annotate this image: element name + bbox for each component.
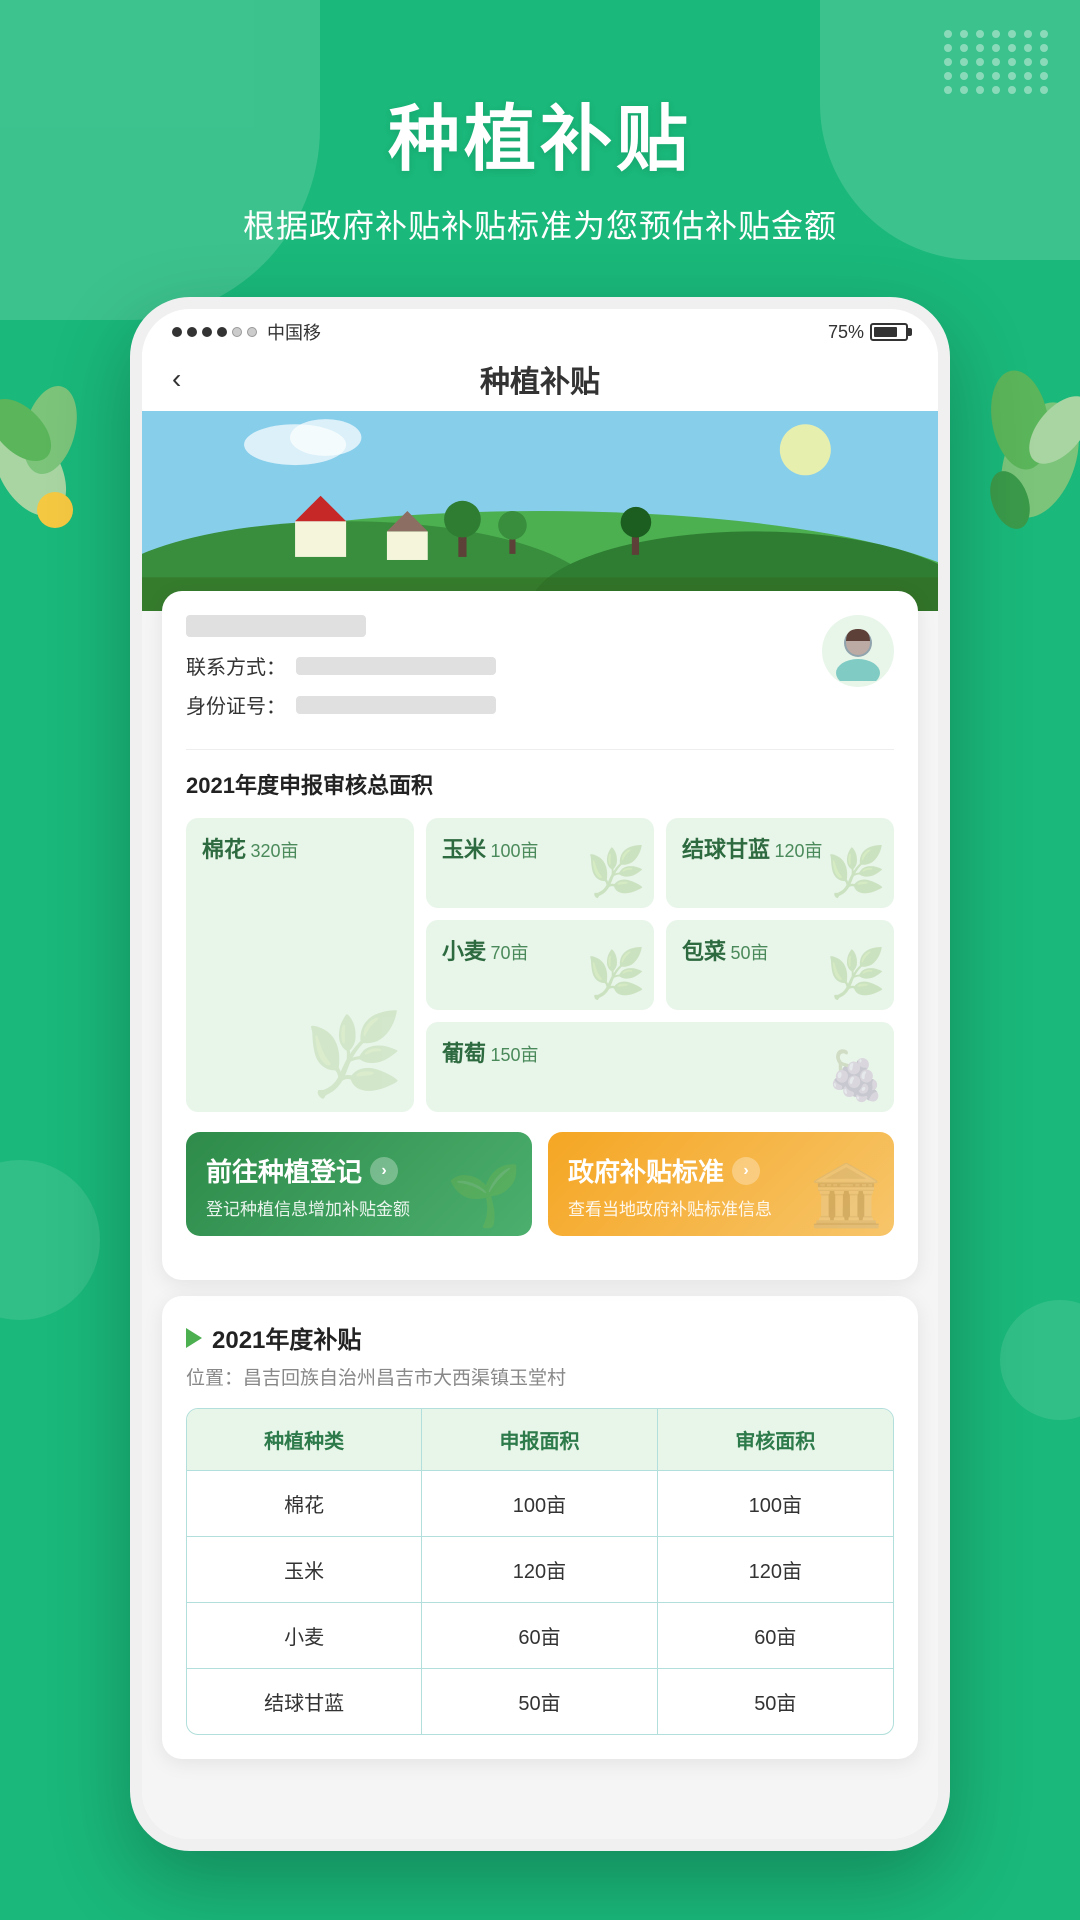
register-icon-bg: 🌱	[447, 1160, 522, 1231]
carrier-name: 中国移	[267, 319, 321, 345]
register-arrow-circle: ›	[370, 1157, 398, 1185]
crop-area-corn: 100亩	[490, 841, 538, 861]
table-cell: 120亩	[658, 1537, 893, 1602]
battery-percent: 75%	[828, 322, 864, 343]
crop-card-corn: 玉米 100亩 🌿	[426, 818, 654, 908]
crop-icon-cotton: 🌿	[304, 1008, 404, 1102]
battery-fill	[874, 327, 897, 337]
contact-field: 联系方式：	[186, 651, 822, 680]
crop-icon-corn: 🌿	[586, 843, 646, 900]
contact-label: 联系方式：	[186, 651, 286, 680]
crop-area-cabbage: 120亩	[774, 841, 822, 861]
sub-title: 根据政府补贴补贴标准为您预估补贴金额	[0, 201, 1080, 247]
main-title: 种植补贴	[0, 80, 1080, 185]
table-header-type: 种植种类	[187, 1409, 422, 1470]
user-info-section: 联系方式： 身份证号：	[186, 615, 894, 729]
subsidy-section: 2021年度补贴 位置：昌吉回族自治州昌吉市大西渠镇玉堂村 种植种类 申报面积 …	[162, 1296, 918, 1759]
crop-card-cotton: 棉花 320亩 🌿	[186, 818, 414, 1112]
hero-scene	[142, 411, 938, 611]
table-cell: 100亩	[422, 1471, 657, 1536]
action-row: 前往种植登记 › 登记种植信息增加补贴金额 🌱 政府补贴标准 ›	[186, 1132, 894, 1236]
crop-card-wheat: 小麦 70亩 🌿	[426, 920, 654, 1010]
user-name-blur	[186, 615, 366, 637]
back-button[interactable]: ‹	[172, 363, 181, 395]
crop-grid: 棉花 320亩 🌿 玉米 100亩 🌿 结球甘蓝 120亩	[186, 818, 894, 1112]
table-header-reported: 申报面积	[422, 1409, 657, 1470]
location-prefix: 位置：	[186, 1368, 243, 1389]
crop-card-pakchoi: 包菜 50亩 🌿	[666, 920, 894, 1010]
crop-area-wheat: 70亩	[490, 943, 528, 963]
deco-circle-1	[0, 1160, 100, 1320]
table-cell: 小麦	[187, 1603, 422, 1668]
divider	[186, 749, 894, 750]
table-cell: 50亩	[658, 1669, 893, 1734]
data-table: 种植种类 申报面积 审核面积 棉花100亩100亩玉米120亩120亩小麦60亩…	[186, 1408, 894, 1735]
location-value: 昌吉回族自治州昌吉市大西渠镇玉堂村	[243, 1368, 566, 1389]
register-button[interactable]: 前往种植登记 › 登记种植信息增加补贴金额 🌱	[186, 1132, 532, 1236]
status-bar: 中国移 75%	[142, 309, 938, 351]
table-cell: 50亩	[422, 1669, 657, 1734]
crop-area-grape: 150亩	[490, 1045, 538, 1065]
header-section: 种植补贴 根据政府补贴补贴标准为您预估补贴金额	[0, 0, 1080, 277]
battery-icon	[870, 323, 908, 341]
standard-icon-bg: 🏛️	[809, 1160, 884, 1231]
table-row: 棉花100亩100亩	[187, 1470, 893, 1536]
nav-title: 种植补贴	[480, 357, 600, 401]
user-details: 联系方式： 身份证号：	[186, 615, 822, 729]
crop-name-cabbage: 结球甘蓝	[682, 837, 770, 862]
bottom-space	[142, 1759, 938, 1819]
table-row: 玉米120亩120亩	[187, 1536, 893, 1602]
signal-indicator	[172, 327, 257, 337]
crop-name-cotton: 棉花	[202, 837, 246, 862]
area-summary-title: 2021年度申报审核总面积	[186, 768, 894, 800]
location-text: 位置：昌吉回族自治州昌吉市大西渠镇玉堂村	[186, 1363, 894, 1390]
id-value-blur	[296, 696, 496, 714]
hero-banner	[142, 411, 938, 611]
table-row: 小麦60亩60亩	[187, 1602, 893, 1668]
table-row: 结球甘蓝50亩50亩	[187, 1668, 893, 1734]
table-cell: 120亩	[422, 1537, 657, 1602]
table-cell: 60亩	[422, 1603, 657, 1668]
crop-name-grape: 葡萄	[442, 1041, 486, 1066]
phone-frame: 中国移 75% ‹ 种植补贴	[130, 297, 950, 1851]
battery-section: 75%	[828, 322, 908, 343]
contact-value-blur	[296, 657, 496, 675]
subsidy-year-label: 2021年度补贴	[212, 1320, 361, 1355]
plant-decoration-right	[950, 360, 1080, 565]
crop-area-pakchoi: 50亩	[730, 943, 768, 963]
table-cell: 棉花	[187, 1471, 422, 1536]
nav-bar: ‹ 种植补贴	[142, 351, 938, 411]
standard-button[interactable]: 政府补贴标准 › 查看当地政府补贴标准信息 🏛️	[548, 1132, 894, 1236]
crop-icon-wheat: 🌿	[586, 945, 646, 1002]
standard-arrow-circle: ›	[732, 1157, 760, 1185]
table-body: 棉花100亩100亩玉米120亩120亩小麦60亩60亩结球甘蓝50亩50亩	[187, 1470, 893, 1734]
crop-icon-pakchoi: 🌿	[826, 945, 886, 1002]
id-field: 身份证号：	[186, 690, 822, 719]
id-label: 身份证号：	[186, 690, 286, 719]
user-info-card: 联系方式： 身份证号：	[162, 591, 918, 1280]
crop-icon-grape: 🍇	[826, 1047, 886, 1104]
crop-name-corn: 玉米	[442, 837, 486, 862]
crop-name-wheat: 小麦	[442, 939, 486, 964]
crop-icon-cabbage: 🌿	[826, 843, 886, 900]
crop-card-grape: 葡萄 150亩 🍇	[426, 1022, 894, 1112]
phone-wrapper: 中国移 75% ‹ 种植补贴	[130, 297, 950, 1851]
crop-name-pakchoi: 包菜	[682, 939, 726, 964]
user-avatar	[822, 615, 894, 687]
plant-decoration-left	[0, 350, 110, 575]
triangle-icon	[186, 1328, 202, 1348]
deco-circle-2	[1000, 1300, 1080, 1420]
table-cell: 60亩	[658, 1603, 893, 1668]
crop-card-cabbage: 结球甘蓝 120亩 🌿	[666, 818, 894, 908]
table-cell: 结球甘蓝	[187, 1669, 422, 1734]
crop-area-cotton: 320亩	[250, 841, 298, 861]
table-header-audited: 审核面积	[658, 1409, 893, 1470]
table-header-row: 种植种类 申报面积 审核面积	[187, 1409, 893, 1470]
table-cell: 100亩	[658, 1471, 893, 1536]
table-cell: 玉米	[187, 1537, 422, 1602]
subsidy-header: 2021年度补贴	[186, 1320, 894, 1355]
